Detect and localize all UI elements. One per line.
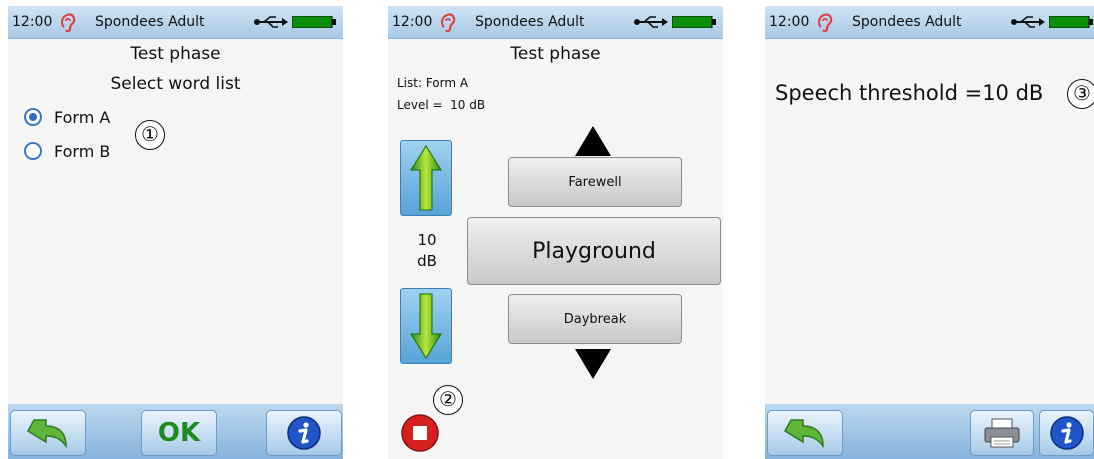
level-up-icon [410, 145, 442, 211]
bottom-toolbar [765, 404, 1094, 459]
status-time: 12:00 [392, 14, 433, 30]
word-current-button[interactable]: Playground [467, 217, 721, 285]
level-down-button[interactable] [400, 288, 452, 364]
radio-form-a[interactable]: Form A [24, 105, 110, 129]
info-button[interactable] [1039, 410, 1094, 456]
ok-label: OK [157, 418, 201, 448]
result-screen: 12:00 Spondees Adult Speech threshold =1… [765, 6, 1094, 459]
usb-icon [634, 16, 668, 28]
status-time: 12:00 [769, 14, 810, 30]
radio-form-b[interactable]: Form B [24, 139, 110, 163]
level-up-button[interactable] [400, 140, 452, 216]
list-label: List: Form A [397, 76, 469, 90]
back-arrow-icon [26, 419, 67, 449]
status-bar: 12:00 Spondees Adult [8, 6, 343, 39]
word-list-screen: 12:00 Spondees Adult Test phase Select w… [8, 6, 343, 459]
radio-button-selected[interactable] [24, 108, 42, 126]
level-down-icon [410, 293, 442, 359]
page-title: Test phase [130, 44, 221, 64]
battery-icon [672, 16, 716, 28]
radio-button[interactable] [24, 142, 42, 160]
ear-icon [60, 13, 76, 33]
level-value: 10 [417, 231, 437, 249]
speech-threshold-result: Speech threshold =10 dB [775, 81, 1044, 105]
scroll-down-icon[interactable] [575, 349, 611, 379]
level-label: Level = 10 dB [397, 98, 486, 112]
radio-label: Form B [54, 141, 111, 161]
stop-icon [401, 414, 439, 452]
bottom-toolbar: OK [8, 404, 343, 459]
back-button[interactable] [767, 410, 843, 456]
profile-name: Spondees Adult [475, 14, 585, 30]
battery-icon [292, 16, 336, 28]
test-phase-screen: 12:00 Spondees Adult Test phase List: Fo… [388, 6, 723, 459]
status-time: 12:00 [12, 14, 53, 30]
profile-name: Spondees Adult [95, 14, 205, 30]
status-bar: 12:00 Spondees Adult [765, 6, 1094, 39]
info-icon [1049, 416, 1084, 450]
callout-marker: ③ [1067, 79, 1094, 109]
callout-marker: ② [433, 385, 463, 415]
level-unit: dB [417, 252, 437, 270]
word-previous-button[interactable]: Farewell [508, 157, 682, 207]
info-icon [287, 416, 321, 450]
usb-icon [1011, 16, 1045, 28]
ear-icon [817, 13, 833, 33]
callout-marker: ① [135, 120, 165, 150]
battery-icon [1049, 16, 1093, 28]
ear-icon [440, 13, 456, 33]
radio-label: Form A [54, 107, 111, 127]
print-button[interactable] [970, 410, 1034, 456]
profile-name: Spondees Adult [852, 14, 962, 30]
page-subtitle: Select word list [110, 74, 241, 94]
ok-button[interactable]: OK [141, 410, 217, 456]
printer-icon [984, 418, 1020, 448]
stop-button[interactable] [400, 413, 440, 453]
word-next-button[interactable]: Daybreak [508, 294, 682, 344]
scroll-up-icon[interactable] [575, 126, 611, 156]
status-bar: 12:00 Spondees Adult [388, 6, 723, 39]
usb-icon [254, 16, 288, 28]
level-readout: 10 dB [402, 230, 452, 272]
back-arrow-icon [783, 419, 824, 449]
back-button[interactable] [10, 410, 86, 456]
page-title: Test phase [510, 44, 601, 64]
info-button[interactable] [266, 410, 342, 456]
